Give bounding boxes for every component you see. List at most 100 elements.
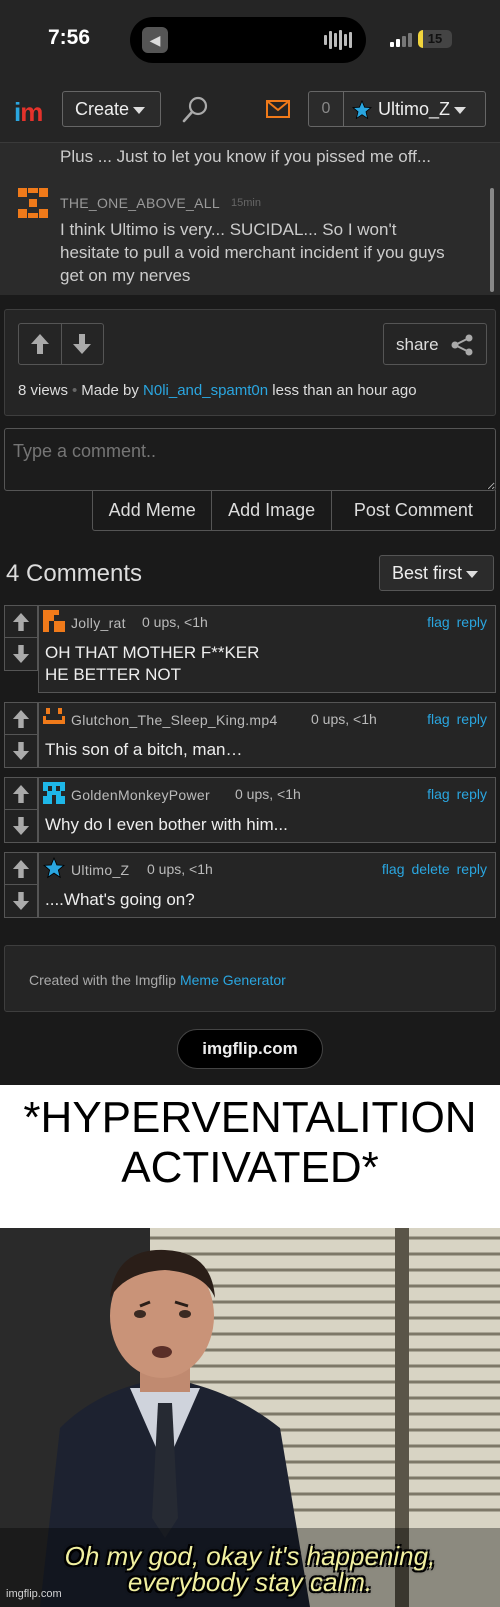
comment-votes	[4, 702, 38, 768]
upvote-button[interactable]	[4, 702, 38, 735]
delete-link[interactable]: delete	[411, 861, 449, 877]
created-with-panel: Created with the Imgflip Meme Generator	[4, 945, 496, 1012]
reply-link[interactable]: reply	[457, 786, 487, 802]
comment-votes	[4, 605, 38, 671]
comment-text-line: I think Ultimo is very... SUCIDAL... So …	[60, 220, 397, 239]
comment-votes	[4, 777, 38, 843]
comment-text: Why do I even bother with him...	[45, 815, 288, 834]
upvote-button[interactable]	[4, 777, 38, 810]
arrow-down-icon	[12, 892, 30, 910]
reply-link[interactable]: reply	[457, 711, 487, 727]
downvote-button[interactable]	[4, 885, 38, 918]
avatar	[43, 782, 65, 804]
search-icon[interactable]	[180, 95, 210, 125]
scrollbar[interactable]	[490, 188, 494, 292]
comment-actions: flag reply	[427, 786, 487, 802]
avatar	[18, 188, 48, 218]
arrow-up-icon	[30, 334, 49, 354]
status-time: 7:56	[48, 26, 91, 49]
caption-line: ACTIVATED*	[121, 1143, 379, 1192]
arrow-up-icon	[12, 859, 30, 878]
comment-text: I think Ultimo is very... SUCIDAL... So …	[60, 218, 490, 287]
post-info-panel: share 8 views • Made by N0li_and_spamt0n l…	[4, 309, 496, 416]
comment-text: ....What's going on?	[45, 890, 195, 909]
comment-ups: 0 ups, <1h	[147, 861, 213, 877]
comments-count: 4 Comments	[6, 560, 143, 587]
comment-actions: Add Meme Add Image Post Comment	[92, 490, 496, 531]
downvote-button[interactable]	[60, 324, 104, 364]
previous-comment-text: Plus ... Just to let you know if you pis…	[60, 147, 432, 166]
subtitle-line: everybody stay calm.	[127, 1567, 373, 1597]
chevron-down-icon	[466, 570, 479, 578]
mute-icon: ◀	[142, 27, 168, 53]
meme-generator-link[interactable]: Meme Generator	[180, 972, 286, 988]
site-url-pill[interactable]: imgflip.com	[177, 1029, 323, 1069]
separator: •	[72, 382, 78, 399]
notification-count[interactable]: 0	[308, 91, 344, 127]
reply-link[interactable]: reply	[457, 861, 487, 877]
post-comment-button[interactable]: Post Comment	[330, 490, 495, 530]
downvote-button[interactable]	[4, 638, 38, 671]
audio-wave-icon	[324, 29, 352, 51]
top-nav: im Create 0 Ultimo_Z	[0, 75, 500, 143]
battery-icon: 15	[418, 30, 452, 48]
downvote-button[interactable]	[4, 735, 38, 768]
flag-link[interactable]: flag	[427, 614, 450, 630]
comment-body: Glutchon_The_Sleep_King.mp4 0 ups, <1h f…	[38, 702, 496, 768]
upvote-button[interactable]	[19, 324, 61, 364]
share-icon	[451, 334, 473, 356]
upvote-button[interactable]	[4, 605, 38, 638]
comment-body: Jolly_rat 0 ups, <1h flag reply OH THAT …	[38, 605, 496, 693]
imgflip-watermark: imgflip.com	[6, 1588, 62, 1600]
comment-text-line: hesitate to pull a void merchant inciden…	[60, 243, 445, 262]
meme-subtitle: Oh my god, okay it's happening, everybod…	[0, 1543, 500, 1595]
star-icon	[43, 857, 65, 879]
downvote-button[interactable]	[4, 810, 38, 843]
flag-link[interactable]: flag	[382, 861, 405, 877]
comment-username[interactable]: Ultimo_Z	[71, 862, 129, 878]
username-label: Ultimo_Z	[378, 99, 451, 119]
comment-input[interactable]	[4, 428, 496, 491]
arrow-down-icon	[73, 334, 92, 354]
comment-body: Ultimo_Z 0 ups, <1h flag delete reply ..…	[38, 852, 496, 918]
created-with-text: Created with the Imgflip Meme Generator	[29, 972, 286, 988]
avatar	[43, 708, 65, 724]
reply-link[interactable]: reply	[457, 614, 487, 630]
imgflip-logo[interactable]: im	[14, 97, 43, 128]
add-meme-button[interactable]: Add Meme	[93, 490, 211, 530]
share-label: share	[396, 335, 439, 354]
create-menu-button[interactable]: Create	[62, 91, 161, 127]
arrow-down-icon	[12, 742, 30, 760]
comment-text: This son of a bitch, man…	[45, 740, 243, 759]
flag-link[interactable]: flag	[427, 711, 450, 727]
meme-image: Oh my god, okay it's happening, everybod…	[0, 1228, 500, 1607]
sort-select[interactable]: Best first	[379, 555, 494, 591]
comment-text-line: OH THAT MOTHER F**KER	[45, 643, 260, 662]
comment-username[interactable]: Glutchon_The_Sleep_King.mp4	[71, 712, 278, 728]
post-meta: 8 views • Made by N0li_and_spamt0n less th…	[18, 382, 417, 399]
subtitle-line: Oh my god, okay it's happening,	[64, 1541, 436, 1571]
mail-icon[interactable]	[266, 100, 290, 118]
user-menu-button[interactable]: Ultimo_Z	[343, 91, 486, 127]
status-bar: 7:56 ◀ 15	[0, 0, 500, 75]
previous-comment: Plus ... Just to let you know if you pis…	[0, 143, 500, 295]
comment-actions: flag delete reply	[382, 861, 487, 877]
meme-caption-area: *HYPERVENTALITION ACTIVATED*	[0, 1085, 500, 1228]
share-button[interactable]: share	[383, 323, 487, 365]
author-link[interactable]: N0li_and_spamt0n	[143, 382, 268, 399]
add-image-button[interactable]: Add Image	[211, 490, 330, 530]
arrow-down-icon	[12, 817, 30, 835]
comment-username[interactable]: THE_ONE_ABOVE_ALL	[60, 195, 220, 211]
dynamic-island: ◀	[130, 17, 366, 63]
arrow-up-icon	[12, 612, 30, 631]
flag-link[interactable]: flag	[427, 786, 450, 802]
comment-username[interactable]: Jolly_rat	[71, 615, 126, 631]
post-vote-buttons	[18, 323, 104, 365]
upvote-button[interactable]	[4, 852, 38, 885]
chevron-down-icon	[133, 106, 146, 114]
comment-time: 15min	[231, 197, 261, 209]
comment-username[interactable]: GoldenMonkeyPower	[71, 787, 210, 803]
comment-text: OH THAT MOTHER F**KER HE BETTER NOT	[45, 642, 259, 686]
comment-text-line: get on my nerves	[60, 266, 191, 285]
avatar	[43, 610, 65, 632]
